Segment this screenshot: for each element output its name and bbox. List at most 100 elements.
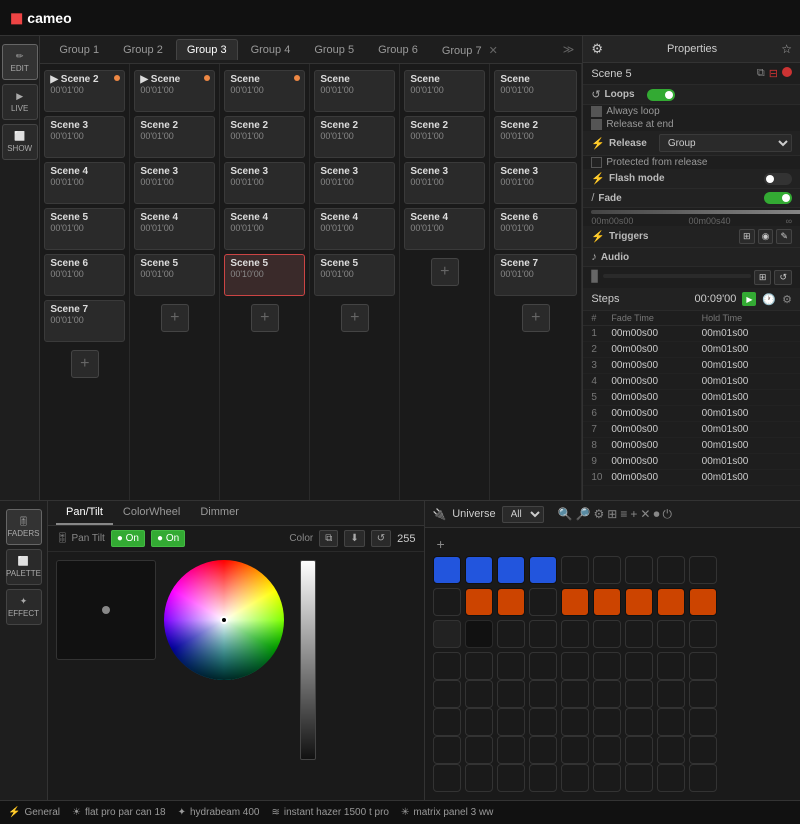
add-scene-btn-5[interactable]: + [431,258,459,286]
tab-group1[interactable]: Group 1 [48,39,110,60]
lp-btn[interactable] [561,736,589,764]
scene-card[interactable]: Scene 00'01'00 [494,70,577,112]
trigger-btn-3[interactable]: ✎ [776,229,792,244]
scene-card[interactable]: Scene 00'01'00 [404,70,485,112]
scene-card[interactable]: Scene 4 00'01'00 [224,208,305,250]
lp-btn[interactable] [657,736,685,764]
grid-icon[interactable]: ⊞ [607,507,617,522]
tab-group7[interactable]: Group 7 ✕ [431,39,509,61]
step-row[interactable]: 6 00m00s00 00m01s00 [583,406,800,422]
lp-btn[interactable] [497,708,525,736]
scene-card[interactable]: Scene 5 00'01'00 [134,254,215,296]
copy-icon[interactable]: ⧉ [757,67,765,80]
lp-btn[interactable] [593,680,621,708]
fade-slider[interactable] [591,210,800,214]
step-row[interactable]: 5 00m00s00 00m01s00 [583,390,800,406]
scene-card[interactable]: Scene 00'01'00 [314,70,395,112]
step-row[interactable]: 7 00m00s00 00m01s00 [583,422,800,438]
step-row[interactable]: 10 00m00s00 00m01s00 [583,470,800,486]
zoom-out-icon[interactable]: 🔎 [576,507,591,522]
palette-btn[interactable]: ⬜ PALETTE [6,549,42,585]
dimmer-bar[interactable] [300,560,316,760]
scene-card[interactable]: Scene 7 00'01'00 [44,300,125,342]
scene-card[interactable]: Scene 2 00'01'00 [134,116,215,158]
tab-group6[interactable]: Group 6 [367,39,429,60]
lp-btn[interactable] [593,556,621,584]
lp-btn[interactable] [497,652,525,680]
scene-card[interactable]: Scene 2 00'01'00 [404,116,485,158]
add-scene-btn-2[interactable]: + [161,304,189,332]
loops-toggle[interactable] [647,89,675,101]
always-loop-checkbox[interactable] [591,106,602,117]
lp-btn[interactable] [561,680,589,708]
scene-card[interactable]: Scene 4 00'01'00 [314,208,395,250]
power-icon[interactable]: ⏻ [662,507,672,522]
lp-btn[interactable] [593,588,621,616]
lp-btn[interactable] [465,708,493,736]
scene-card[interactable]: ▶ Scene 00'01'00 [134,70,215,112]
lp-btn[interactable] [689,588,717,616]
lp-btn[interactable] [433,736,461,764]
scene-card[interactable]: Scene 00'01'00 [224,70,305,112]
lp-btn[interactable] [625,736,653,764]
lp-btn[interactable] [529,588,557,616]
step-row[interactable]: 2 00m00s00 00m01s00 [583,342,800,358]
flash-toggle[interactable] [764,173,792,185]
lp-btn[interactable] [529,556,557,584]
scene-card[interactable]: Scene 3 00'01'00 [314,162,395,204]
status-device-2[interactable]: ✦ hydrabeam 400 [178,807,260,818]
lp-btn[interactable] [497,736,525,764]
lp-btn[interactable] [657,680,685,708]
lp-btn[interactable] [657,556,685,584]
lp-btn[interactable] [625,588,653,616]
lp-btn[interactable] [497,588,525,616]
lp-btn[interactable] [561,708,589,736]
sidebar-btn-edit[interactable]: ✏ EDIT [2,44,38,80]
lp-btn[interactable] [529,652,557,680]
scene-card[interactable]: Scene 3 00'01'00 [44,116,125,158]
scene-card[interactable]: Scene 4 00'01'00 [404,208,485,250]
scene-card[interactable]: Scene 7 00'01'00 [494,254,577,296]
scene-card[interactable]: Scene 3 00'01'00 [134,162,215,204]
lp-btn[interactable] [657,652,685,680]
lp-btn[interactable] [529,680,557,708]
lp-btn[interactable] [625,620,653,648]
more-tabs-btn[interactable]: ≫ [563,43,575,56]
lp-btn[interactable] [497,680,525,708]
lp-btn[interactable] [689,736,717,764]
lp-btn[interactable] [561,588,589,616]
lp-btn[interactable] [689,620,717,648]
lp-btn[interactable] [465,620,493,648]
copy-btn[interactable]: ⧉ [319,530,338,547]
trigger-btn-2[interactable]: ◉ [758,229,774,244]
lp-btn[interactable] [433,620,461,648]
add-scene-btn-3[interactable]: + [251,304,279,332]
lp-btn[interactable] [497,764,525,792]
step-row[interactable]: 9 00m00s00 00m01s00 [583,454,800,470]
scene-card[interactable]: Scene 3 00'01'00 [404,162,485,204]
zoom-in-icon[interactable]: 🔍 [558,507,573,522]
steps-settings-icon[interactable]: ⚙ [782,293,792,306]
scene-card[interactable]: Scene 3 00'01'00 [494,162,577,204]
scene-card[interactable]: Scene 3 00'01'00 [224,162,305,204]
lp-btn[interactable] [593,736,621,764]
faders-btn[interactable]: 🎚 FADERS [6,509,42,545]
scene-card[interactable]: Scene 4 00'01'00 [44,162,125,204]
lp-btn[interactable] [433,680,461,708]
steps-play-btn[interactable]: ▶ [742,292,756,306]
status-device-1[interactable]: ☀ flat pro par can 18 [72,807,166,818]
effect-btn[interactable]: ✦ EFFECT [6,589,42,625]
delete-icon[interactable]: ✕ [640,507,650,522]
lp-btn[interactable] [657,764,685,792]
scene-card[interactable]: Scene 2 00'01'00 [224,116,305,158]
lp-btn[interactable] [593,708,621,736]
release-at-end-checkbox[interactable] [591,119,602,130]
protected-checkbox[interactable] [591,157,602,168]
lp-btn[interactable] [433,652,461,680]
lp-btn[interactable] [561,620,589,648]
lp-btn[interactable] [433,588,461,616]
scene-card[interactable]: ▶ Scene 2 00'01'00 [44,70,125,112]
step-row[interactable]: 3 00m00s00 00m01s00 [583,358,800,374]
lp-btn[interactable] [465,556,493,584]
add-scene-btn-1[interactable]: + [71,350,99,378]
